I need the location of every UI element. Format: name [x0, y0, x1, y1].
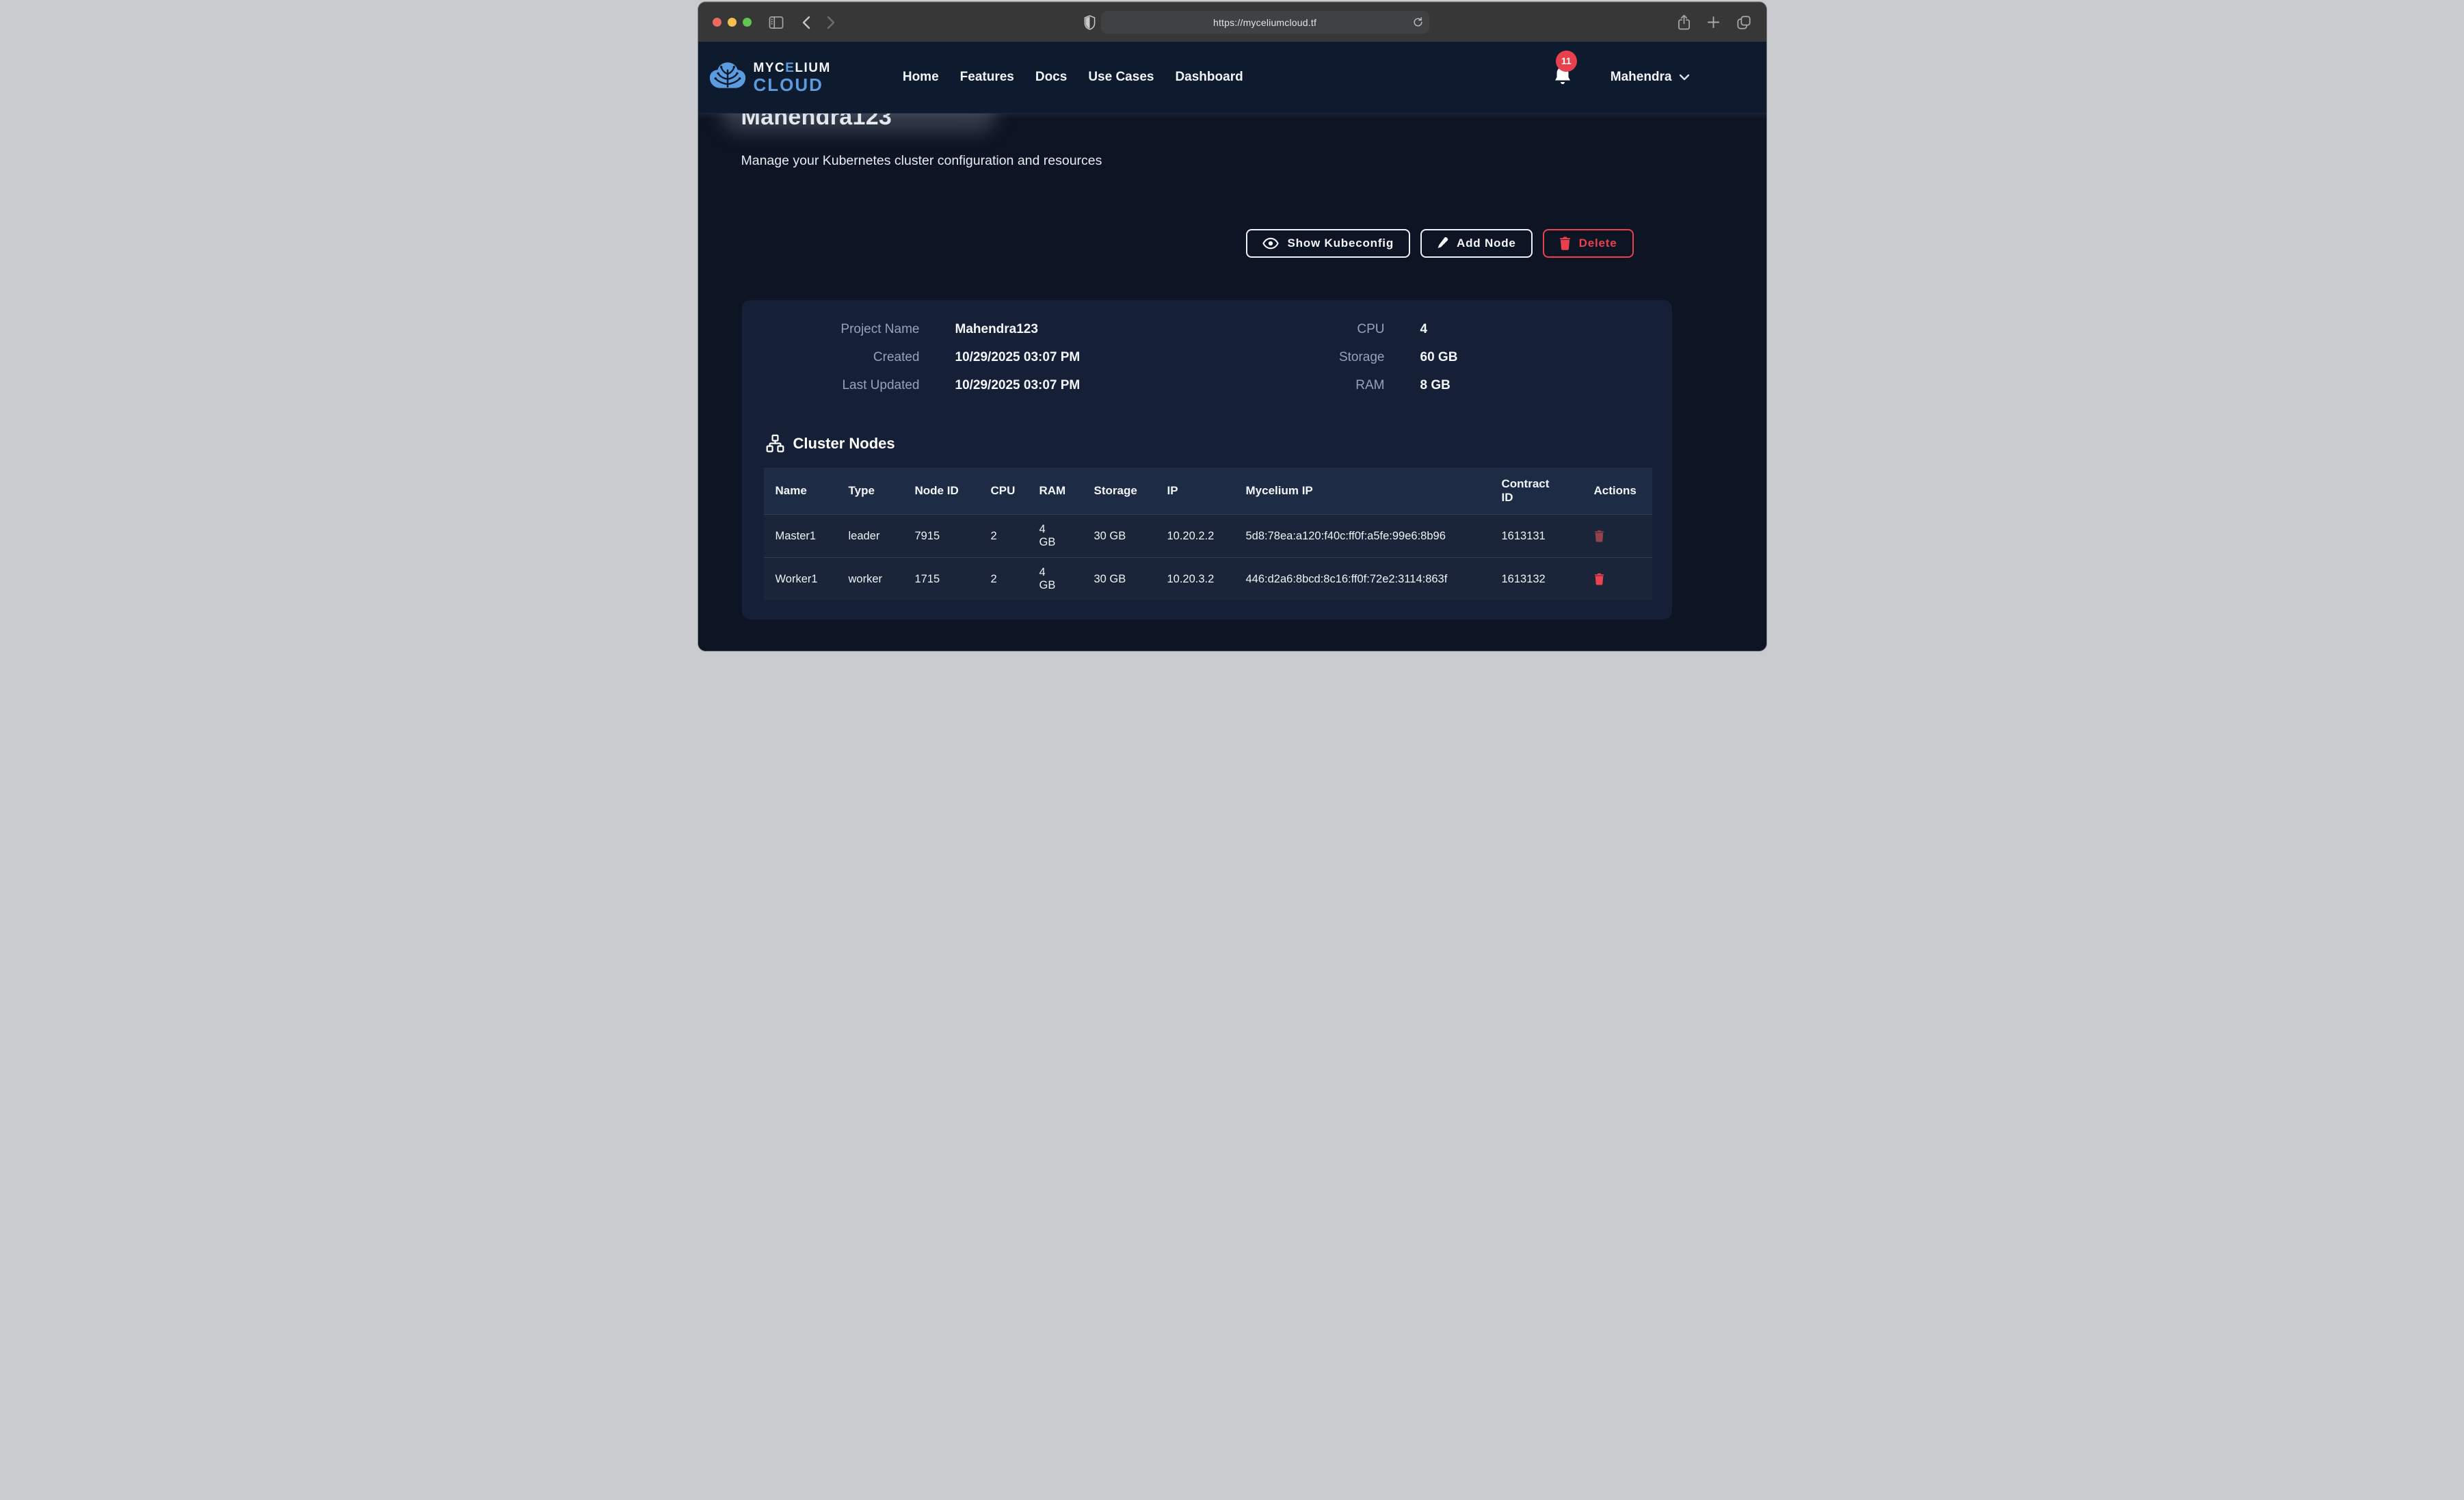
- trash-icon: [1594, 530, 1604, 542]
- site-navbar: MYCELIUM CLOUD Home Features Docs Use Ca…: [698, 42, 1766, 113]
- trash-icon: [1559, 237, 1571, 250]
- nodes-table-wrap: NameTypeNode IDCPURAMStorageIPMycelium I…: [764, 468, 1652, 600]
- cell-contract-id: 1613131: [1490, 515, 1582, 558]
- tab-overview-icon[interactable]: [1736, 14, 1751, 31]
- nav-link-features[interactable]: Features: [960, 70, 1014, 85]
- browser-toolbar: https://myceliumcloud.tf: [698, 2, 1766, 42]
- cluster-nodes-heading: Cluster Nodes: [766, 434, 1672, 453]
- cell-contract-id: 1613132: [1490, 558, 1582, 601]
- notifications-button[interactable]: 11: [1553, 66, 1572, 90]
- project-name-label: Project Name: [742, 322, 920, 337]
- column-header-contract-id: Contract ID: [1490, 468, 1582, 515]
- cell-name: Master1: [764, 515, 837, 558]
- show-kubeconfig-button[interactable]: Show Kubeconfig: [1246, 229, 1410, 258]
- nav-link-docs[interactable]: Docs: [1035, 70, 1067, 85]
- cluster-details-panel: Project Name Mahendra123 CPU 4 Created 1…: [742, 300, 1672, 619]
- cell-node-id: 7915: [903, 515, 979, 558]
- column-header-storage: Storage: [1083, 468, 1156, 515]
- cell-ip: 10.20.3.2: [1156, 558, 1234, 601]
- column-header-mycelium-ip: Mycelium IP: [1234, 468, 1490, 515]
- column-header-name: Name: [764, 468, 837, 515]
- chevron-down-icon: [1679, 74, 1690, 81]
- share-icon[interactable]: [1678, 14, 1691, 31]
- cell-storage: 30 GB: [1083, 515, 1156, 558]
- delete-cluster-button[interactable]: Delete: [1543, 229, 1634, 258]
- cell-node-id: 1715: [903, 558, 979, 601]
- cell-actions: [1582, 558, 1652, 601]
- window-controls: [713, 18, 752, 27]
- created-label: Created: [742, 350, 920, 365]
- ram-value: 8 GB: [1385, 378, 1672, 393]
- last-updated-value: 10/29/2025 03:07 PM: [920, 378, 1142, 393]
- table-row: Master1leader791524 GB30 GB10.20.2.25d8:…: [764, 515, 1652, 558]
- sidebar-toggle-icon[interactable]: [769, 16, 784, 29]
- cell-actions: [1582, 515, 1652, 558]
- screenshot-canvas: https://myceliumcloud.tf: [696, 0, 1768, 653]
- delete-node-button[interactable]: [1594, 530, 1604, 542]
- last-updated-label: Last Updated: [742, 378, 920, 393]
- details-grid: Project Name Mahendra123 CPU 4 Created 1…: [742, 322, 1672, 393]
- column-header-node-id: Node ID: [903, 468, 979, 515]
- new-tab-icon[interactable]: [1707, 14, 1720, 31]
- browser-window: https://myceliumcloud.tf: [698, 2, 1766, 651]
- nodes-table-head-row: NameTypeNode IDCPURAMStorageIPMycelium I…: [764, 468, 1652, 515]
- cluster-actions: Show Kubeconfig Add Node: [741, 229, 1634, 258]
- cell-type: leader: [837, 515, 903, 558]
- project-name-value: Mahendra123: [920, 322, 1142, 337]
- add-node-button[interactable]: Add Node: [1420, 229, 1533, 258]
- storage-label: Storage: [1142, 350, 1385, 365]
- cell-type: worker: [837, 558, 903, 601]
- column-header-ram: RAM: [1028, 468, 1083, 515]
- network-nodes-icon: [766, 434, 784, 453]
- nodes-table: NameTypeNode IDCPURAMStorageIPMycelium I…: [764, 468, 1652, 600]
- navbar-shadow: [698, 113, 1766, 119]
- nav-link-home[interactable]: Home: [903, 70, 939, 85]
- cell-mycelium-ip: 446:d2a6:8bcd:8c16:ff0f:72e2:3114:863f: [1234, 558, 1490, 601]
- cell-cpu: 2: [979, 558, 1028, 601]
- cell-ip: 10.20.2.2: [1156, 515, 1234, 558]
- cell-ram: 4 GB: [1028, 558, 1083, 601]
- delete-node-button[interactable]: [1594, 573, 1604, 585]
- notification-count-badge: 11: [1556, 51, 1577, 72]
- cell-name: Worker1: [764, 558, 837, 601]
- column-header-ip: IP: [1156, 468, 1234, 515]
- storage-value: 60 GB: [1385, 350, 1672, 365]
- back-button-icon[interactable]: [802, 16, 810, 29]
- nav-link-dashboard[interactable]: Dashboard: [1175, 70, 1243, 85]
- reload-icon[interactable]: [1413, 16, 1423, 28]
- mycelium-cloud-logo-icon: [708, 61, 747, 94]
- url-text: https://myceliumcloud.tf: [1213, 17, 1316, 28]
- nav-links: Home Features Docs Use Cases Dashboard: [903, 70, 1243, 85]
- cpu-value: 4: [1385, 322, 1672, 337]
- page-body: Mahendra123 Manage your Kubernetes clust…: [698, 113, 1766, 651]
- nav-link-use-cases[interactable]: Use Cases: [1088, 70, 1154, 85]
- minimize-window-button[interactable]: [728, 18, 737, 27]
- zoom-window-button[interactable]: [743, 18, 752, 27]
- brand-text: MYCELIUM CLOUD: [754, 62, 831, 94]
- close-window-button[interactable]: [713, 18, 721, 27]
- user-name: Mahendra: [1611, 70, 1672, 85]
- ram-label: RAM: [1142, 378, 1385, 393]
- table-row: Worker1worker171524 GB30 GB10.20.3.2446:…: [764, 558, 1652, 601]
- pencil-icon: [1437, 237, 1448, 250]
- address-bar[interactable]: https://myceliumcloud.tf: [1101, 11, 1429, 34]
- privacy-shield-icon[interactable]: [1084, 15, 1096, 30]
- forward-button-icon[interactable]: [827, 16, 836, 29]
- column-header-cpu: CPU: [979, 468, 1028, 515]
- page-subtitle: Manage your Kubernetes cluster configura…: [741, 153, 1668, 169]
- column-header-actions: Actions: [1582, 468, 1652, 515]
- user-menu[interactable]: Mahendra: [1611, 70, 1690, 85]
- cell-storage: 30 GB: [1083, 558, 1156, 601]
- eye-icon: [1262, 237, 1279, 250]
- trash-icon: [1594, 573, 1604, 585]
- cell-mycelium-ip: 5d8:78ea:a120:f40c:ff0f:a5fe:99e6:8b96: [1234, 515, 1490, 558]
- cell-cpu: 2: [979, 515, 1028, 558]
- brand-logo[interactable]: MYCELIUM CLOUD: [708, 61, 831, 94]
- created-value: 10/29/2025 03:07 PM: [920, 350, 1142, 365]
- cpu-label: CPU: [1142, 322, 1385, 337]
- column-header-type: Type: [837, 468, 903, 515]
- cell-ram: 4 GB: [1028, 515, 1083, 558]
